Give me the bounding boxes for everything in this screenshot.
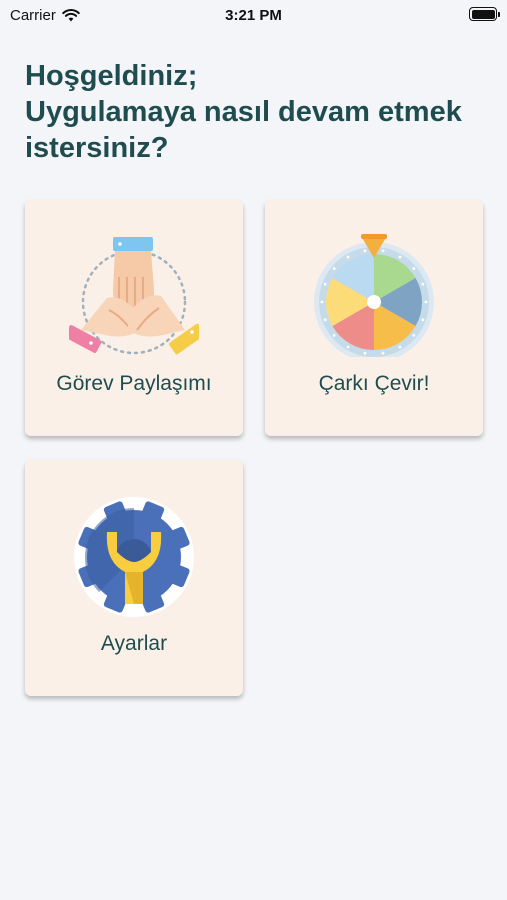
status-bar: Carrier 3:21 PM [0, 0, 507, 30]
status-time: 3:21 PM [225, 7, 282, 24]
spin-wheel-card[interactable]: Çarkı Çevir! [265, 200, 483, 436]
prize-wheel-icon [314, 234, 434, 357]
welcome-question: Uygulamaya nasıl devam etmek istersiniz? [25, 96, 462, 164]
home-screen: Carrier 3:21 PM Hoşgeldiniz; Uygulamaya … [0, 0, 507, 900]
settings-label: Ayarlar [100, 632, 168, 655]
stacked-hands-icon [69, 237, 199, 355]
task-sharing-card[interactable]: Görev Paylaşımı [25, 200, 243, 436]
gear-wrench-icon [74, 497, 194, 617]
welcome-greeting: Hoşgeldiniz; [25, 60, 198, 92]
battery-icon [469, 7, 500, 21]
spin-wheel-label: Çarkı Çevir! [318, 372, 430, 395]
settings-card[interactable]: Ayarlar [25, 460, 243, 696]
welcome-heading: Hoşgeldiniz; Uygulamaya nasıl devam etme… [25, 58, 485, 166]
task-sharing-label: Görev Paylaşımı [56, 372, 212, 395]
